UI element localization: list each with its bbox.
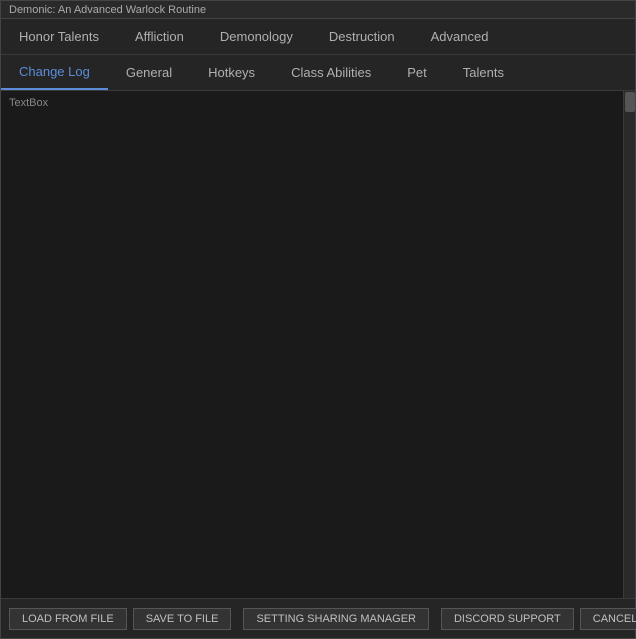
tab-pet[interactable]: Pet [389,55,445,90]
tab-change-log[interactable]: Change Log [1,55,108,90]
setting-sharing-manager-button[interactable]: SETTING SHARING MANAGER [243,608,429,630]
nav-honor-talents[interactable]: Honor Talents [1,19,117,54]
nav-affliction[interactable]: Affliction [117,19,202,54]
tab-hotkeys[interactable]: Hotkeys [190,55,273,90]
nav-advanced[interactable]: Advanced [413,19,507,54]
app-window: Demonic: An Advanced Warlock Routine Hon… [0,0,636,639]
discord-support-button[interactable]: DISCORD SUPPORT [441,608,574,630]
scrollbar[interactable] [623,91,635,598]
nav-bottom: Change Log General Hotkeys Class Abiliti… [1,55,635,91]
title-bar: Demonic: An Advanced Warlock Routine [1,1,635,19]
textbox-label: TextBox [9,97,48,109]
save-to-file-button[interactable]: SAVE TO FILE [133,608,232,630]
tab-general[interactable]: General [108,55,190,90]
tab-class-abilities[interactable]: Class Abilities [273,55,389,90]
footer: LOAD FROM FILE SAVE TO FILE SETTING SHAR… [1,598,635,638]
nav-top: Honor Talents Affliction Demonology Dest… [1,19,635,55]
title-bar-label: Demonic: An Advanced Warlock Routine [9,4,206,16]
cancel-button[interactable]: CANCEL [580,608,636,630]
load-from-file-button[interactable]: LOAD FROM FILE [9,608,127,630]
nav-demonology[interactable]: Demonology [202,19,311,54]
content-area: TextBox [1,91,635,598]
scrollbar-thumb[interactable] [625,92,635,112]
tab-talents[interactable]: Talents [445,55,522,90]
nav-destruction[interactable]: Destruction [311,19,413,54]
